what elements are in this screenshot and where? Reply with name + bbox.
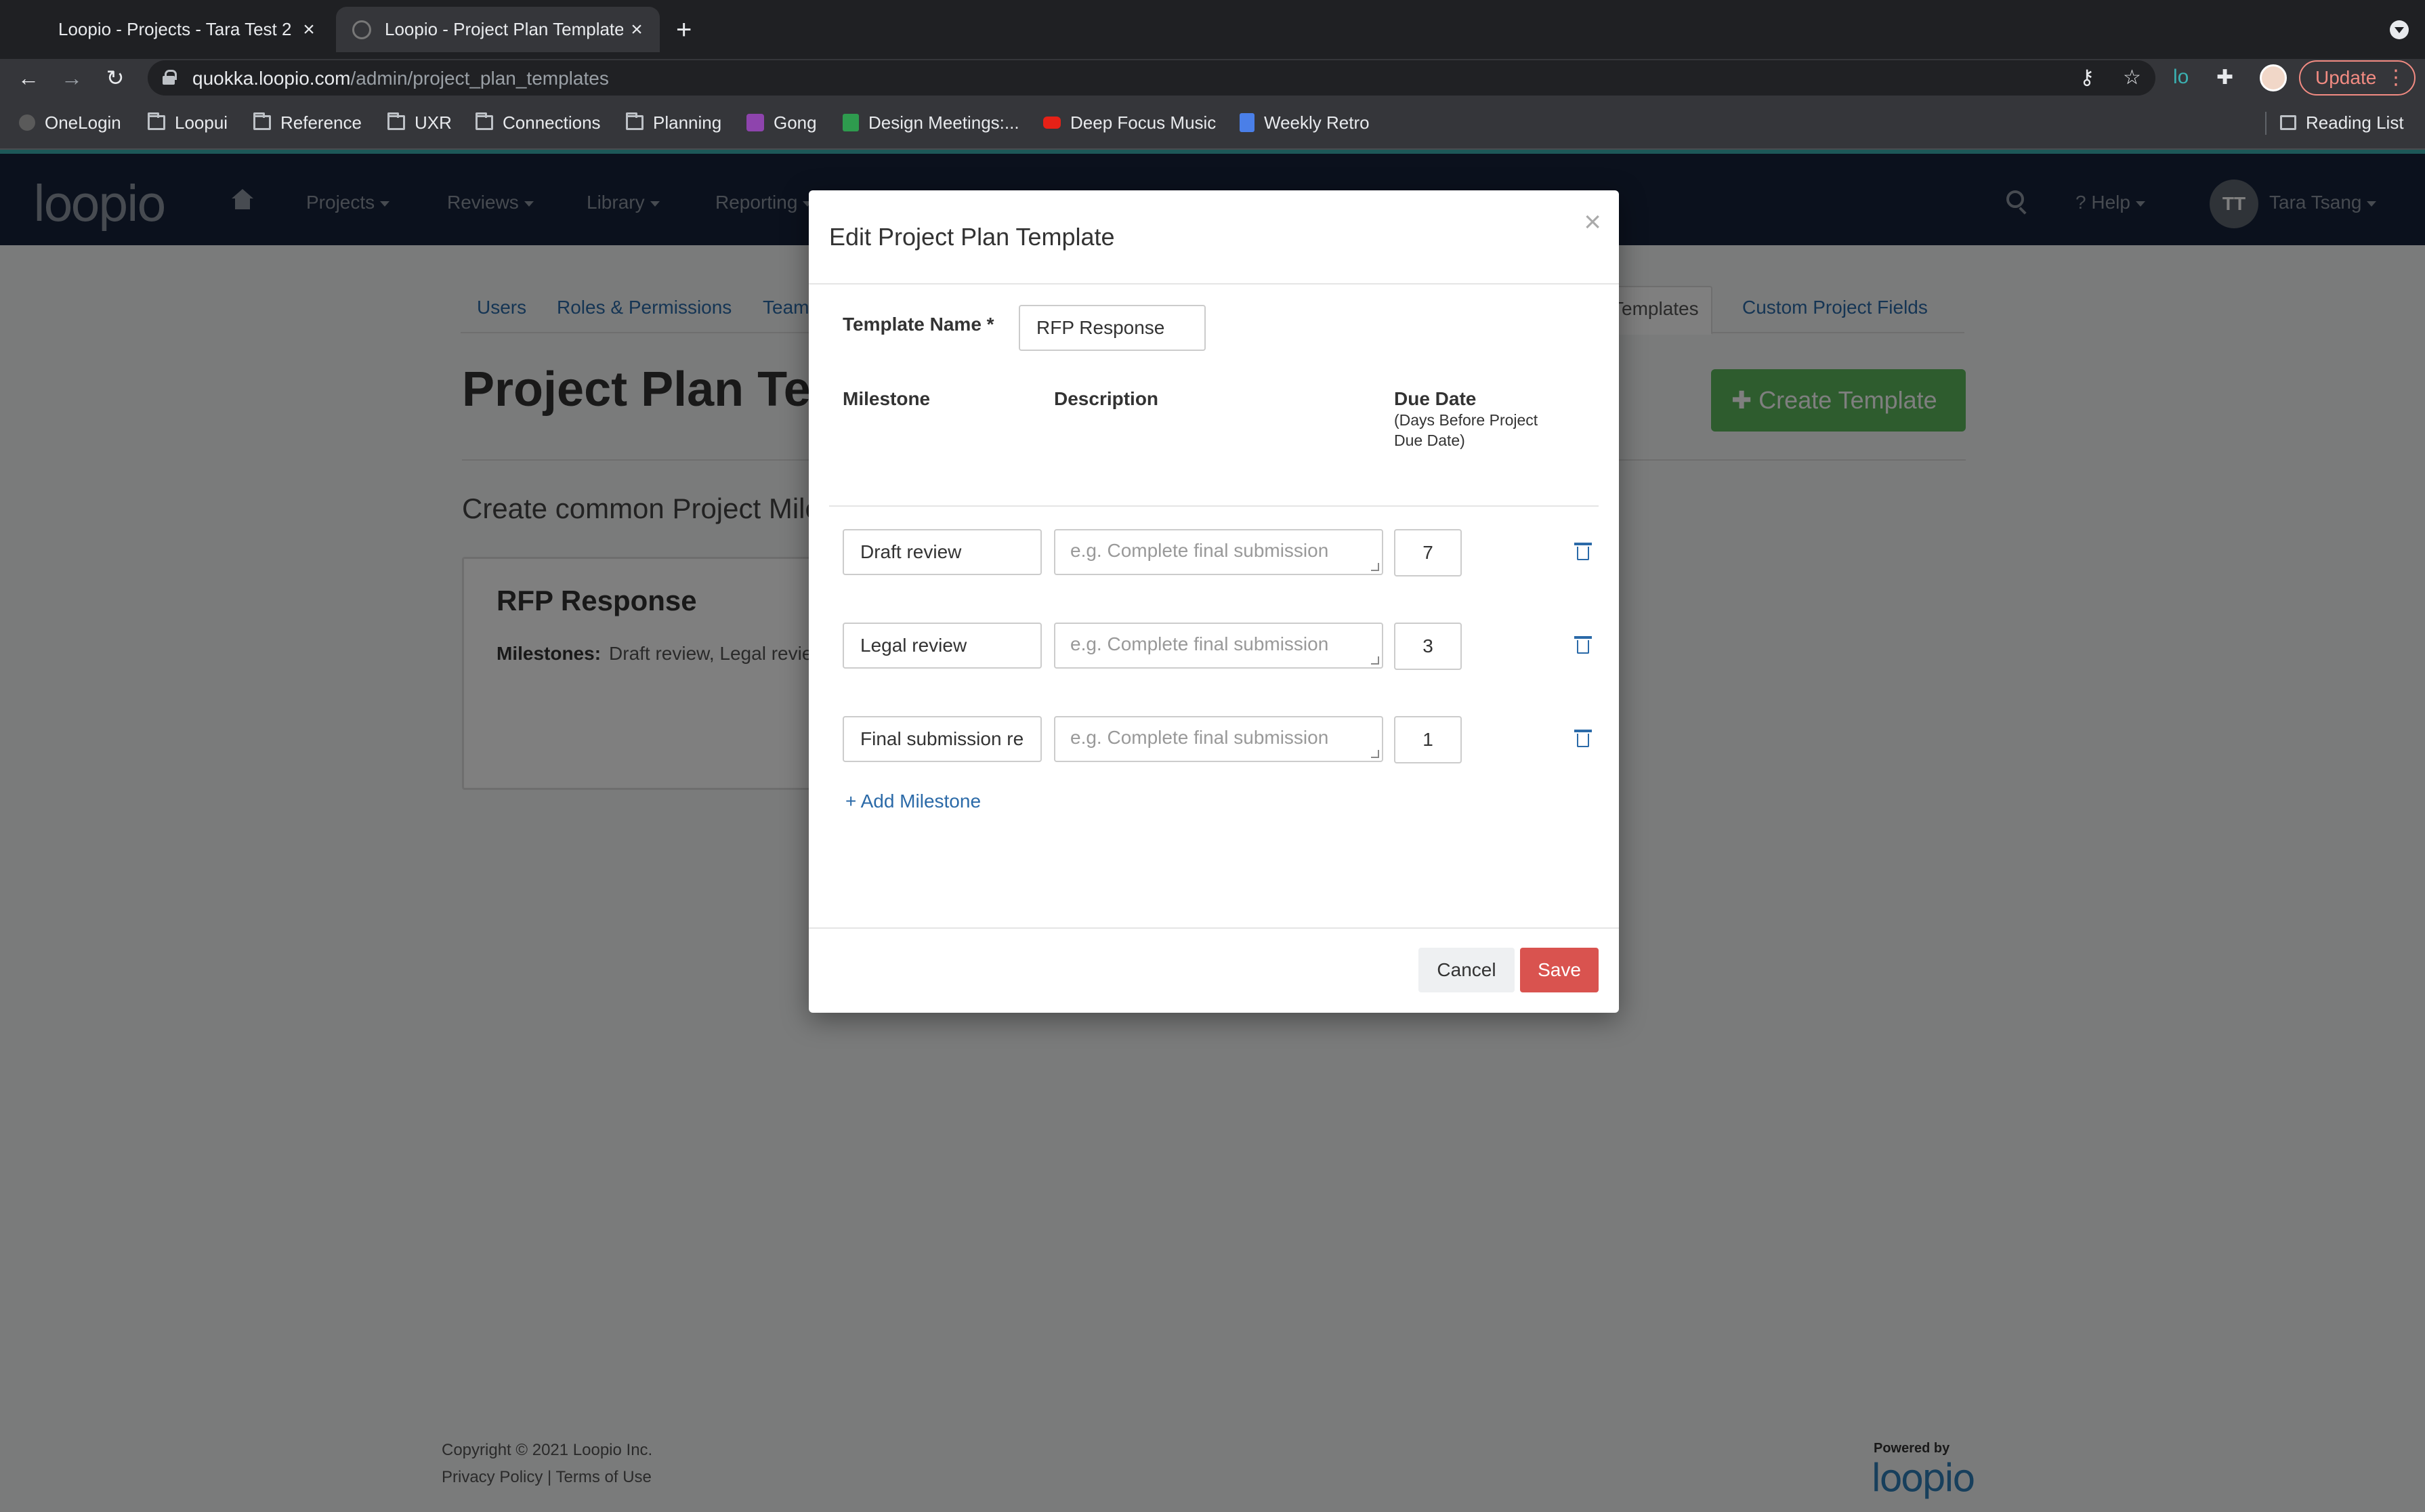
milestone-due-days-input[interactable]: 3 (1394, 623, 1462, 670)
milestone-name-input[interactable]: Draft review (843, 529, 1042, 575)
template-name-label: Template Name * (843, 314, 994, 335)
youtube-icon (1043, 117, 1061, 129)
bookmark-weekly-retro[interactable]: Weekly Retro (1240, 110, 1370, 135)
loopio-favicon-icon (352, 20, 371, 39)
folder-icon (387, 112, 405, 130)
circle-icon (19, 114, 35, 131)
star-icon[interactable]: ☆ (2123, 66, 2141, 89)
tab-title: Loopio - Projects - Tara Test 2 (58, 19, 292, 39)
milestone-name-input[interactable]: Legal review (843, 623, 1042, 669)
key-icon[interactable]: ⚷ (2080, 66, 2094, 89)
bookmark-divider (2265, 112, 2266, 135)
add-milestone-link[interactable]: + Add Milestone (845, 791, 981, 812)
due-date-column-header: Due Date (1394, 388, 1477, 409)
close-tab-icon[interactable]: × (623, 18, 650, 41)
forward-arrow-icon[interactable]: → (58, 64, 85, 91)
trash-icon[interactable] (1574, 543, 1592, 562)
bookmarks-bar: OneLogin Loopui Reference UXR Connection… (0, 97, 2425, 150)
browser-tab-projects[interactable]: Loopio - Projects - Tara Test 2 × (41, 7, 332, 52)
browser-tab-templates[interactable]: Loopio - Project Plan Template × (336, 7, 660, 52)
new-tab-plus-icon[interactable]: + (676, 15, 692, 45)
modal-title: Edit Project Plan Template (829, 223, 1115, 251)
due-date-hint: (Days Before Project Due Date) (1394, 411, 1538, 449)
trash-icon[interactable] (1574, 636, 1592, 655)
bookmark-design-meetings[interactable]: Design Meetings:... (843, 110, 1019, 135)
modal-footer-divider (809, 927, 1619, 929)
reading-list-icon (2280, 115, 2296, 130)
browser-toolbar: ← → ↻ quokka.loopio.com/admin/project_pl… (0, 59, 2425, 97)
cancel-button[interactable]: Cancel (1418, 948, 1515, 992)
description-column-header: Description (1054, 388, 1159, 409)
trash-icon[interactable] (1574, 730, 1592, 749)
more-vert-icon: ⋮ (2386, 66, 2406, 89)
folder-icon (626, 112, 644, 130)
folder-icon (253, 112, 271, 130)
bookmark-connections[interactable]: Connections (476, 110, 601, 135)
bookmark-onelogin[interactable]: OneLogin (19, 110, 121, 135)
milestone-description-textarea[interactable]: e.g. Complete final submission (1054, 716, 1383, 762)
reload-icon[interactable]: ↻ (102, 64, 129, 91)
milestone-due-days-input[interactable]: 7 (1394, 529, 1462, 576)
reading-list[interactable]: Reading List (2280, 110, 2404, 135)
docs-icon (1240, 113, 1254, 132)
bookmark-deep-focus-music[interactable]: Deep Focus Music (1043, 110, 1216, 135)
back-arrow-icon[interactable]: ← (15, 64, 42, 91)
bookmark-planning[interactable]: Planning (626, 110, 721, 135)
gong-icon (746, 114, 764, 131)
save-button[interactable]: Save (1520, 948, 1599, 992)
milestone-name-input[interactable]: Final submission re (843, 716, 1042, 762)
sheets-icon (843, 114, 859, 131)
close-tab-icon[interactable]: × (295, 18, 322, 41)
folder-icon (148, 112, 165, 130)
url-text: quokka.loopio.com/admin/project_plan_tem… (192, 68, 609, 89)
template-name-input[interactable]: RFP Response (1019, 305, 1206, 351)
bookmark-uxr[interactable]: UXR (387, 110, 452, 135)
modal-header: Edit Project Plan Template × (809, 190, 1619, 285)
milestone-description-textarea[interactable]: e.g. Complete final submission (1054, 623, 1383, 669)
lock-icon (163, 70, 177, 85)
update-button[interactable]: Update ⋮ (2299, 60, 2416, 96)
profile-avatar[interactable] (2260, 64, 2287, 91)
browser-tab-bar: Loopio - Projects - Tara Test 2 × Loopio… (0, 0, 2425, 59)
loopio-app: loopio Projects Reviews Library Reportin… (0, 150, 2425, 1512)
bookmark-loopui[interactable]: Loopui (148, 110, 228, 135)
tab-title: Loopio - Project Plan Template (385, 19, 623, 39)
bookmark-gong[interactable]: Gong (746, 110, 817, 135)
close-icon[interactable]: × (1584, 205, 1601, 239)
bookmark-reference[interactable]: Reference (253, 110, 362, 135)
loopio-extension-icon[interactable]: lo (2173, 66, 2189, 89)
puzzle-extensions-icon[interactable]: ✚ (2216, 66, 2233, 89)
milestone-column-header: Milestone (843, 388, 931, 409)
edit-template-modal: Edit Project Plan Template × Template Na… (809, 190, 1619, 1013)
milestone-due-days-input[interactable]: 1 (1394, 716, 1462, 763)
folder-icon (476, 112, 493, 130)
header-divider (829, 505, 1599, 507)
address-bar[interactable]: quokka.loopio.com/admin/project_plan_tem… (148, 60, 2155, 96)
tab-search-icon[interactable] (2390, 20, 2409, 39)
milestone-description-textarea[interactable]: e.g. Complete final submission (1054, 529, 1383, 575)
